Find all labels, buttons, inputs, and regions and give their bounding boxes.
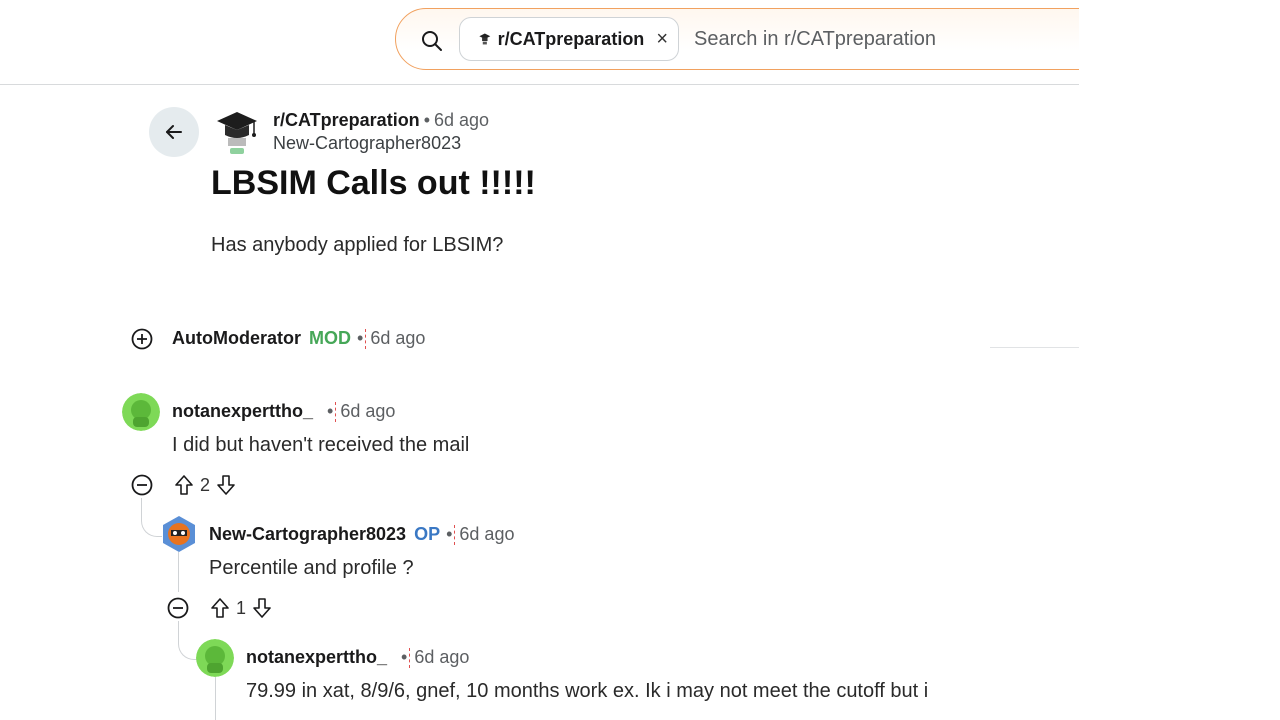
op-badge: OP [414, 524, 441, 544]
plus-circle-icon[interactable] [130, 327, 154, 351]
comment-header: AutoModerator MOD • 6d ago [172, 328, 426, 350]
meta-separator: • [401, 647, 408, 667]
comment-body: 79.99 in xat, 8/9/6, gnef, 10 months wor… [246, 680, 929, 702]
comment-username[interactable]: AutoModerator [172, 328, 301, 348]
comment-header: notanexperttho_ • 6d ago [172, 401, 396, 423]
close-icon[interactable]: × [656, 29, 668, 49]
comment-username[interactable]: notanexperttho_ [172, 401, 313, 421]
cursor-marker [409, 648, 411, 669]
meta-separator: • [423, 110, 430, 130]
subreddit-avatar[interactable] [214, 108, 260, 156]
minus-circle-icon[interactable] [130, 473, 154, 497]
vote-bar: 2 [172, 473, 238, 497]
meta-separator: • [446, 524, 453, 544]
thread-line [178, 621, 197, 660]
arrow-left-icon [166, 125, 182, 139]
post-timestamp: 6d ago [434, 110, 490, 130]
search-bar[interactable]: r/CATpreparation × Search in r/CATprepar… [395, 8, 1079, 70]
cursor-marker [454, 525, 456, 546]
search-icon[interactable] [420, 29, 444, 53]
cursor-marker [365, 329, 367, 350]
comment-username[interactable]: notanexperttho_ [246, 647, 387, 667]
subreddit-avatar-icon [479, 33, 491, 45]
arrow-down-icon[interactable] [214, 473, 238, 497]
back-button[interactable] [149, 107, 199, 157]
post-body: Has anybody applied for LBSIM? [211, 234, 504, 256]
subreddit-name-link[interactable]: r/CATpreparation [273, 110, 420, 130]
cursor-marker [335, 402, 337, 423]
thread-line [178, 552, 179, 592]
divider [990, 347, 1079, 348]
post-author-link[interactable]: New-Cartographer8023 [273, 133, 461, 154]
comment-header: New-Cartographer8023 OP • 6d ago [209, 524, 515, 546]
user-avatar[interactable] [196, 639, 234, 677]
comment-timestamp: 6d ago [370, 328, 426, 348]
search-input[interactable]: Search in r/CATpreparation [694, 28, 936, 51]
thread-line [141, 498, 162, 537]
comment-username[interactable]: New-Cartographer8023 [209, 524, 406, 544]
user-avatar[interactable] [122, 393, 160, 431]
reddit-post-page: r/CATpreparation × Search in r/CATprepar… [0, 0, 1079, 720]
comment-timestamp: 6d ago [459, 524, 515, 544]
comment-body: I did but haven't received the mail [172, 434, 470, 456]
user-avatar[interactable] [160, 515, 198, 553]
comment-header: notanexperttho_ • 6d ago [246, 647, 470, 669]
subreddit-chip-label: r/CATpreparation [497, 28, 645, 49]
post-title: LBSIM Calls out !!!!! [211, 164, 536, 202]
comment-timestamp: 6d ago [340, 401, 396, 421]
comment-body: Percentile and profile ? [209, 557, 414, 579]
arrow-up-icon[interactable] [208, 596, 232, 620]
mod-badge: MOD [309, 328, 351, 348]
top-bar: r/CATpreparation × Search in r/CATprepar… [0, 0, 1079, 85]
meta-separator: • [357, 328, 364, 348]
vote-count: 2 [200, 474, 211, 495]
vote-bar: 1 [208, 596, 274, 620]
thread-line [215, 677, 216, 720]
minus-circle-icon[interactable] [166, 596, 190, 620]
vote-count: 1 [236, 597, 247, 618]
post-meta: r/CATpreparation • 6d ago [273, 110, 489, 131]
arrow-up-icon[interactable] [172, 473, 196, 497]
subreddit-filter-chip[interactable]: r/CATpreparation × [459, 17, 679, 61]
arrow-down-icon[interactable] [250, 596, 274, 620]
meta-separator: • [327, 401, 334, 421]
comment-timestamp: 6d ago [414, 647, 470, 667]
